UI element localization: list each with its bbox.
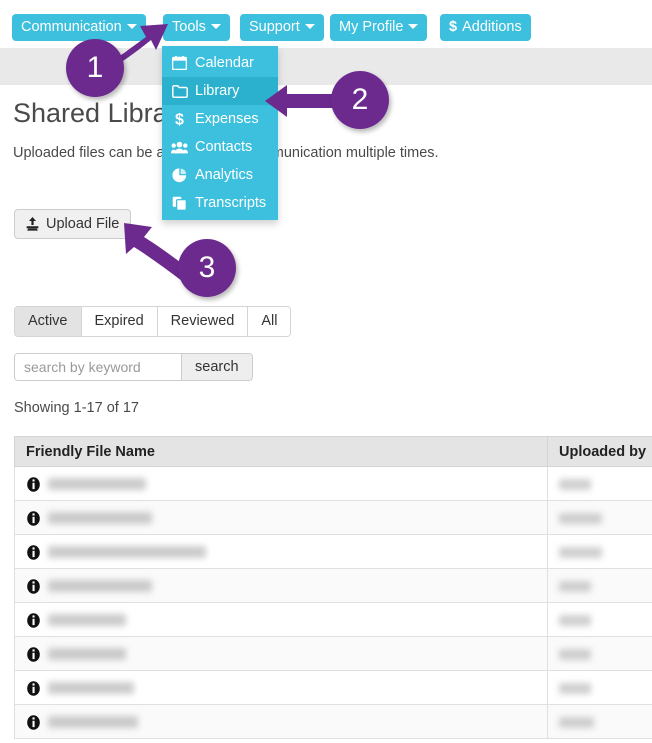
- cell-uploaded-by: [547, 670, 652, 705]
- nav-label-support: Support: [249, 19, 300, 35]
- redacted-uploaded-by: [559, 513, 602, 525]
- cell-friendly-file-name[interactable]: [14, 534, 548, 569]
- redacted-uploaded-by: [559, 479, 591, 491]
- dropdown-item-contacts[interactable]: Contacts: [162, 133, 278, 161]
- tab-expired[interactable]: Expired: [81, 307, 158, 336]
- redacted-uploaded-by: [559, 717, 594, 729]
- cell-uploaded-by: [547, 534, 652, 569]
- upload-file-label: Upload File: [46, 216, 120, 232]
- tab-reviewed[interactable]: Reviewed: [157, 307, 249, 336]
- info-icon[interactable]: [26, 477, 41, 492]
- nav-label-additions: Additions: [462, 19, 522, 35]
- nav-button-my-profile[interactable]: My Profile: [330, 14, 428, 41]
- cell-uploaded-by: [547, 704, 652, 739]
- table-row[interactable]: [14, 534, 652, 569]
- dropdown-label-analytics: Analytics: [195, 166, 254, 183]
- redacted-file-name: [48, 580, 152, 593]
- cell-uploaded-by: [547, 636, 652, 671]
- svg-text:$: $: [175, 112, 184, 128]
- info-icon[interactable]: [26, 511, 41, 526]
- redacted-uploaded-by: [559, 581, 591, 593]
- files-table-head: Friendly File Name Uploaded by: [14, 436, 652, 467]
- table-row[interactable]: [14, 704, 652, 739]
- table-row[interactable]: [14, 500, 652, 535]
- filter-tabs: Active Expired Reviewed All: [14, 306, 292, 337]
- files-table-body: [14, 466, 652, 739]
- search-input[interactable]: [15, 354, 181, 380]
- nav-button-support[interactable]: Support: [240, 14, 324, 41]
- cell-friendly-file-name[interactable]: [14, 500, 548, 535]
- tab-all[interactable]: All: [248, 307, 291, 336]
- cell-friendly-file-name[interactable]: [14, 466, 548, 501]
- results-count: Showing 1-17 of 17: [14, 400, 139, 416]
- cell-friendly-file-name[interactable]: [14, 602, 548, 637]
- info-icon[interactable]: [26, 681, 41, 696]
- info-icon[interactable]: [26, 647, 41, 662]
- dropdown-label-calendar: Calendar: [195, 54, 254, 71]
- dropdown-item-expenses[interactable]: $ Expenses: [162, 105, 278, 133]
- column-header-uploaded-by[interactable]: Uploaded by: [547, 436, 652, 467]
- callout-badge-2: 2: [331, 71, 389, 129]
- tab-active[interactable]: Active: [15, 307, 82, 336]
- cell-uploaded-by: [547, 568, 652, 603]
- search-bar: search: [14, 353, 253, 381]
- upload-icon: [26, 217, 39, 231]
- copy-icon: [171, 195, 188, 211]
- upload-file-button[interactable]: Upload File: [14, 209, 132, 239]
- info-icon[interactable]: [26, 613, 41, 628]
- redacted-uploaded-by: [559, 683, 591, 695]
- redacted-file-name: [48, 716, 138, 729]
- table-row[interactable]: [14, 636, 652, 671]
- redacted-file-name: [48, 478, 146, 491]
- search-button[interactable]: search: [181, 354, 252, 380]
- dropdown-label-expenses: Expenses: [195, 110, 259, 127]
- chevron-down-icon: [304, 23, 315, 29]
- nav-button-additions[interactable]: $ Additions: [440, 14, 531, 41]
- files-table: Friendly File Name Uploaded by: [14, 436, 652, 739]
- users-icon: [171, 139, 188, 155]
- redacted-uploaded-by: [559, 547, 602, 559]
- dollar-icon: $: [449, 19, 458, 35]
- cell-uploaded-by: [547, 500, 652, 535]
- redacted-uploaded-by: [559, 615, 591, 627]
- nav-label-my-profile: My Profile: [339, 19, 404, 35]
- info-icon[interactable]: [26, 715, 41, 730]
- table-header-row: Friendly File Name Uploaded by: [14, 436, 652, 467]
- chevron-down-icon: [210, 23, 221, 29]
- table-row[interactable]: [14, 466, 652, 501]
- cell-uploaded-by: [547, 602, 652, 637]
- cell-friendly-file-name[interactable]: [14, 636, 548, 671]
- info-icon[interactable]: [26, 545, 41, 560]
- dropdown-item-transcripts[interactable]: Transcripts: [162, 189, 278, 217]
- redacted-file-name: [48, 648, 126, 661]
- table-row[interactable]: [14, 670, 652, 705]
- cell-friendly-file-name[interactable]: [14, 704, 548, 739]
- cell-friendly-file-name[interactable]: [14, 568, 548, 603]
- info-icon[interactable]: [26, 579, 41, 594]
- redacted-file-name: [48, 682, 134, 695]
- dropdown-label-contacts: Contacts: [195, 138, 253, 155]
- column-header-friendly-file-name[interactable]: Friendly File Name: [14, 436, 548, 467]
- cell-friendly-file-name[interactable]: [14, 670, 548, 705]
- dropdown-item-analytics[interactable]: Analytics: [162, 161, 278, 189]
- dropdown-label-library: Library: [195, 82, 240, 99]
- redacted-file-name: [48, 614, 126, 627]
- callout-badge-1: 1: [66, 39, 124, 97]
- redacted-file-name: [48, 512, 152, 525]
- redacted-uploaded-by: [559, 649, 591, 661]
- dollar-icon: $: [171, 111, 188, 128]
- redacted-file-name: [48, 546, 206, 559]
- chevron-down-icon: [408, 23, 419, 29]
- cell-uploaded-by: [547, 466, 652, 501]
- callout-badge-3: 3: [178, 239, 236, 297]
- dropdown-label-transcripts: Transcripts: [195, 194, 267, 211]
- table-row[interactable]: [14, 568, 652, 603]
- table-row[interactable]: [14, 602, 652, 637]
- dropdown-item-library[interactable]: Library: [162, 77, 278, 105]
- folder-icon: [171, 83, 188, 99]
- pie-chart-icon: [171, 167, 188, 183]
